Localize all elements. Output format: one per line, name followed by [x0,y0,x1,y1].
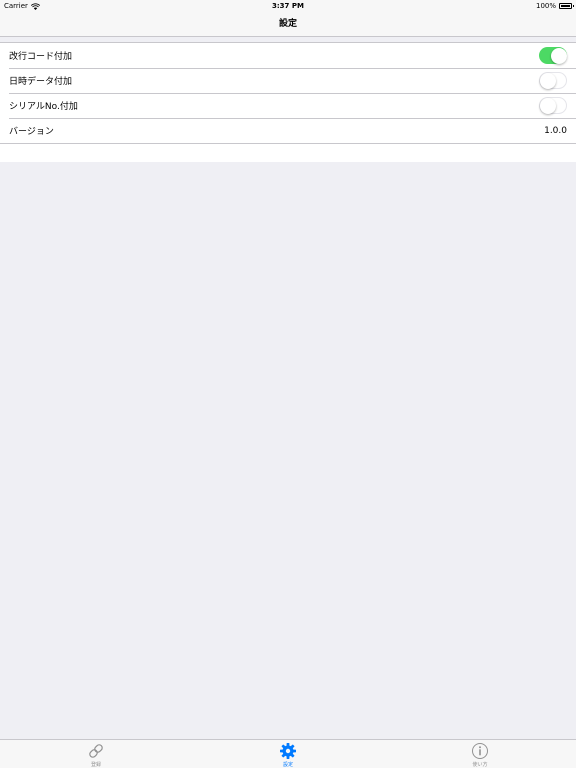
setting-row-datetime: 日時データ付加 [0,68,576,93]
newline-code-toggle[interactable] [539,47,567,64]
setting-label: 改行コード付加 [9,52,73,62]
navigation-bar: 設定 [0,12,576,37]
toggle-knob [539,72,556,89]
info-icon [471,742,489,760]
gear-icon [279,742,297,760]
tab-label: 使い方 [472,762,488,768]
tab-settings[interactable]: 設定 [258,740,318,768]
tab-register[interactable]: 登録 [66,740,126,768]
link-icon [87,742,105,760]
serial-number-toggle[interactable] [539,97,567,114]
status-bar: Carrier 3:37 PM 100% [0,0,576,12]
setting-label: シリアルNo.付加 [9,102,78,112]
toggle-knob [539,97,556,114]
status-right: 100% [535,0,574,12]
datetime-toggle[interactable] [539,72,567,89]
tab-label: 設定 [282,762,293,768]
status-time: 3:37 PM [272,2,304,10]
toggle-knob [550,47,567,64]
setting-label: バージョン [9,127,54,137]
setting-label: 日時データ付加 [9,77,73,87]
tab-label: 登録 [90,762,101,768]
settings-table: 改行コード付加 日時データ付加 シリアルNo.付加 バージョン 1.0.0 [0,42,576,162]
battery-percent: 100% [535,2,556,10]
setting-row-serial-number: シリアルNo.付加 [0,93,576,118]
settings-content: 改行コード付加 日時データ付加 シリアルNo.付加 バージョン 1.0.0 [0,37,576,162]
tab-how-to-use[interactable]: 使い方 [450,740,510,768]
tab-bar: 登録 設定 使い方 [0,739,576,768]
version-value: 1.0.0 [544,125,567,136]
page-title: 設定 [278,19,297,29]
section-footer [0,143,576,162]
setting-row-version: バージョン 1.0.0 [0,118,576,143]
setting-row-newline-code: 改行コード付加 [0,43,576,68]
battery-icon [559,3,574,9]
